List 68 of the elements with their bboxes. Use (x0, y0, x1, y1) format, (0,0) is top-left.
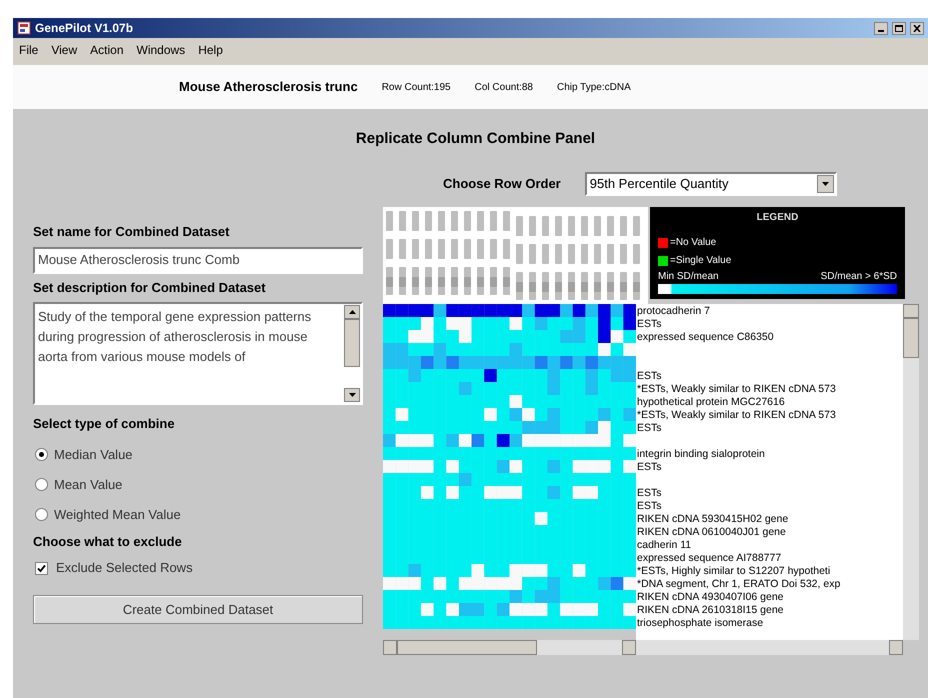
create-button[interactable]: Create Combined Dataset (33, 595, 363, 624)
radio-button[interactable] (35, 478, 48, 491)
panel-title: Replicate Column Combine Panel (356, 128, 596, 149)
gene-label: ESTs (636, 487, 662, 500)
gene-label: expressed sequence C86350 (636, 331, 774, 344)
scrollbar[interactable] (636, 640, 903, 655)
legend-label: =Single Value (670, 254, 732, 268)
minimize-button[interactable] (874, 22, 888, 34)
gene-label: *ESTs, Weakly similar to RIKEN cDNA 573 (636, 383, 836, 396)
legend-title: LEGEND (756, 211, 798, 225)
legend-min-label: Min SD/mean (658, 270, 719, 284)
gene-label: RIKEN cDNA 5930415H02 gene (636, 513, 788, 526)
radio-label[interactable]: Weighted Mean Value (54, 504, 181, 524)
down-arrow-icon (348, 393, 356, 397)
menu-item[interactable]: Windows (136, 41, 186, 59)
close-icon (913, 24, 921, 32)
gene-label: ESTs (636, 422, 662, 435)
exclude-checkbox[interactable] (35, 562, 48, 574)
col-count: Col Count:88 (474, 80, 533, 94)
gene-label: protocadherin 7 (636, 305, 710, 318)
gene-label: *ESTs, Highly similar to S12207 hypotheti (636, 565, 830, 578)
field-label: Set name for Combined Dataset (33, 223, 230, 241)
legend-max-label: SD/mean > 6*SD (820, 270, 897, 284)
dropdown-arrow-icon (822, 182, 829, 186)
gene-label: *DNA segment, Chr 1, ERATO Doi 532, exp (636, 578, 840, 591)
field-label: Set description for Combined Dataset (33, 278, 267, 297)
close-button[interactable] (910, 22, 924, 34)
checkmark-icon (37, 564, 46, 572)
name-field[interactable]: Mouse Atherosclerosis trunc Comb (33, 246, 363, 274)
scrollbar[interactable] (343, 304, 361, 403)
dataset-name: Mouse Atherosclerosis trunc (179, 78, 358, 96)
menu-item[interactable]: Help (198, 41, 223, 59)
legend-label: =No Value (670, 236, 716, 250)
scrollbar[interactable] (383, 640, 636, 655)
gene-label: cadherin 11 (636, 539, 692, 552)
gene-label: RIKEN cDNA 0610040J01 gene (636, 526, 786, 539)
row-order-label: Choose Row Order (443, 175, 561, 194)
radio-button[interactable] (35, 508, 48, 521)
gene-label: ESTs (636, 370, 662, 383)
gene-label: expressed sequence AI788777 (636, 552, 782, 565)
gene-label: ESTs (636, 318, 662, 331)
maximize-button[interactable] (892, 22, 906, 34)
gene-label: RIKEN cDNA 2610318I15 gene (636, 604, 784, 617)
scrollbar[interactable] (903, 304, 919, 640)
gene-label: triosephosphate isomerase (636, 617, 764, 630)
section-label: Select type of combine (33, 415, 176, 433)
gene-label: *ESTs, Weakly similar to RIKEN cDNA 573 (636, 409, 836, 422)
window-title: GenePilot V1.07b (35, 20, 134, 37)
up-arrow-icon (348, 310, 356, 314)
radio-label[interactable]: Median Value (54, 444, 133, 464)
checkbox-label[interactable]: Exclude Selected Rows (56, 558, 193, 578)
description-field[interactable]: Study of the temporal gene expression patterns during progression of atherosclerosis in mouse aorta from various mouse models of (33, 302, 363, 405)
radio-button[interactable] (35, 448, 48, 461)
menu-item[interactable]: View (51, 41, 78, 59)
gene-label: ESTs (636, 461, 662, 474)
menu-item[interactable]: Action (90, 41, 124, 59)
chip-type: Chip Type:cDNA (557, 80, 631, 94)
row-count: Row Count:195 (382, 80, 451, 94)
app-icon (17, 21, 31, 35)
description-text: Study of the temporal gene expression patterns during progression of atherosclerosis in mouse aorta from various mouse models of (37, 308, 312, 366)
menu-item[interactable]: File (19, 41, 38, 59)
section-label: Choose what to exclude (33, 532, 183, 550)
row-order-dropdown[interactable]: 95th Percentile Quantity (584, 172, 837, 196)
gene-label: hypothetical protein MGC27616 (636, 396, 785, 409)
radio-label[interactable]: Mean Value (54, 474, 122, 494)
gene-label: RIKEN cDNA 4930407I06 gene (636, 591, 784, 604)
gene-label: integrin binding sialoprotein (636, 448, 765, 461)
gene-label: ESTs (636, 500, 662, 513)
